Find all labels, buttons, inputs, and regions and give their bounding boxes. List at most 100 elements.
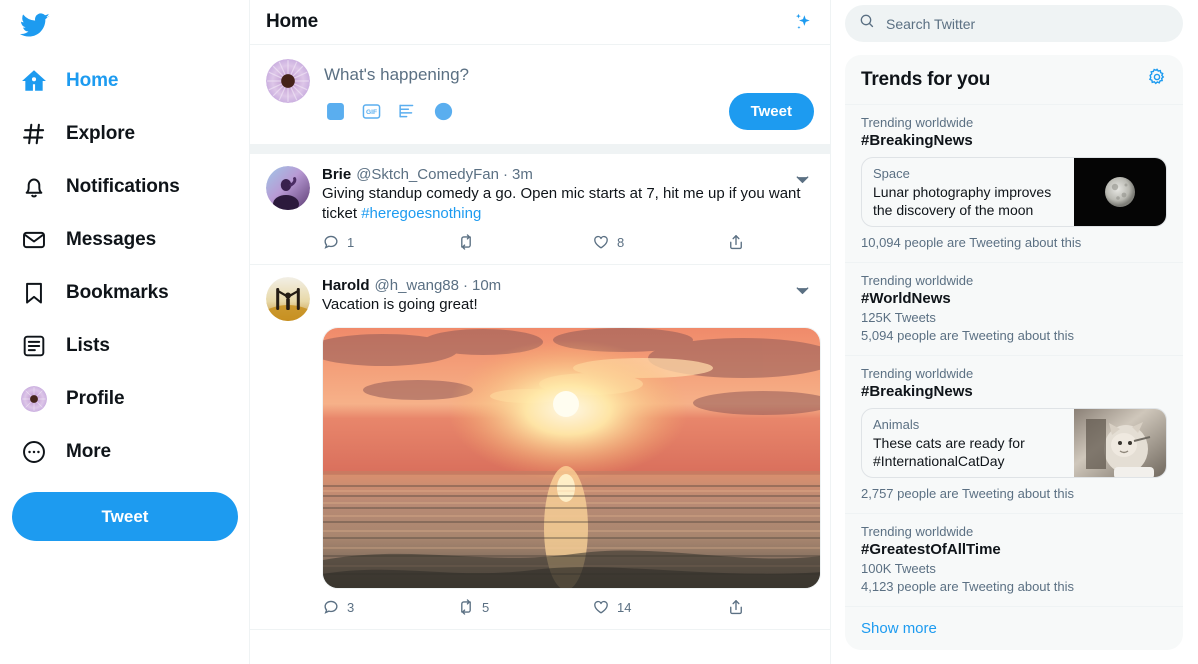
trend-people-count: 5,094 people are Tweeting about this bbox=[861, 328, 1074, 343]
trend-hashtag: #BreakingNews bbox=[861, 383, 973, 400]
avatar[interactable] bbox=[266, 59, 310, 103]
like-count: 14 bbox=[617, 599, 632, 615]
tweet-header: Brie @Sktch_ComedyFan · 3m bbox=[322, 166, 814, 183]
trend-item[interactable]: Trending worldwide #BreakingNews Animals… bbox=[845, 355, 1183, 513]
heart-icon bbox=[594, 600, 608, 614]
trend-category: Trending worldwide bbox=[861, 524, 974, 539]
tweet-author-name[interactable]: Harold bbox=[322, 277, 370, 294]
bookmark-icon bbox=[20, 279, 48, 307]
twitter-logo-link[interactable] bbox=[12, 0, 237, 54]
trend-item[interactable]: Trending worldwide #WorldNews 125K Tweet… bbox=[845, 262, 1183, 355]
trend-people-count: 4,123 people are Tweeting about this bbox=[861, 579, 1074, 594]
image-icon[interactable] bbox=[322, 99, 348, 125]
sidebar-item-label: Notifications bbox=[66, 175, 180, 197]
avatar[interactable] bbox=[266, 166, 310, 210]
gif-icon[interactable]: GIF bbox=[358, 99, 384, 125]
cat-photo bbox=[1074, 409, 1166, 477]
sidebar-item-notifications[interactable]: Notifications bbox=[12, 160, 237, 213]
chevron-down-icon[interactable] bbox=[793, 281, 812, 305]
timeline-header: Home bbox=[250, 0, 830, 45]
sidebar-item-lists[interactable]: Lists bbox=[12, 319, 237, 372]
more-circle-icon bbox=[20, 438, 48, 466]
search-icon bbox=[859, 13, 875, 34]
twitter-bird-logo bbox=[19, 10, 50, 45]
trends-panel: Trends for you Trending worldwide #Break… bbox=[845, 55, 1183, 650]
svg-text:GIF: GIF bbox=[365, 109, 376, 116]
reply-icon bbox=[324, 235, 338, 249]
tweet-body: Harold @h_wang88 · 10m Vacation is going… bbox=[310, 277, 821, 627]
home-icon bbox=[20, 67, 48, 95]
profile-avatar-icon bbox=[20, 385, 48, 413]
retweet-button[interactable]: 5 bbox=[457, 598, 592, 616]
sidebar-item-bookmarks[interactable]: Bookmarks bbox=[12, 266, 237, 319]
trend-card-category: Space bbox=[873, 166, 910, 181]
emoji-icon[interactable] bbox=[430, 99, 456, 125]
share-button[interactable] bbox=[727, 233, 752, 251]
like-count: 8 bbox=[617, 234, 625, 250]
compose-tweet-button[interactable]: Tweet bbox=[728, 93, 814, 130]
tweet-hashtag-link[interactable]: #heregoesnothing bbox=[361, 205, 481, 222]
share-icon bbox=[730, 600, 742, 615]
share-icon bbox=[730, 235, 742, 250]
sidebar-item-profile[interactable]: Profile bbox=[12, 372, 237, 425]
tweet-author-name[interactable]: Brie bbox=[322, 166, 351, 183]
moon-photo bbox=[1074, 158, 1166, 226]
compose-right: What's happening? GIF Tweet bbox=[310, 55, 814, 140]
tweet-media-image[interactable] bbox=[322, 327, 821, 589]
left-sidebar: Home Explore Notifications Messages Book… bbox=[0, 0, 250, 664]
tweet-item[interactable]: Brie @Sktch_ComedyFan · 3m Giving standu… bbox=[250, 154, 830, 265]
reply-button[interactable]: 1 bbox=[322, 233, 457, 251]
trend-people-count: 2,757 people are Tweeting about this bbox=[861, 486, 1074, 501]
sidebar-item-label: Profile bbox=[66, 387, 125, 409]
trend-hashtag: #BreakingNews bbox=[861, 132, 973, 149]
retweet-button[interactable] bbox=[457, 233, 592, 251]
tweet-text: Vacation is going great! bbox=[322, 295, 814, 315]
tweet-author-handle[interactable]: @h_wang88 bbox=[375, 277, 459, 294]
gear-icon[interactable] bbox=[1147, 67, 1167, 92]
sidebar-item-label: Home bbox=[66, 69, 119, 91]
tweet-separator: · bbox=[502, 166, 508, 183]
sparkle-icon[interactable] bbox=[792, 11, 814, 33]
like-button[interactable]: 8 bbox=[592, 233, 727, 251]
trend-tweet-count: 125K Tweets bbox=[861, 310, 936, 325]
sidebar-item-home[interactable]: Home bbox=[12, 54, 237, 107]
tweet-compose-input[interactable]: What's happening? bbox=[322, 55, 814, 89]
show-more-link[interactable]: Show more bbox=[845, 606, 1183, 650]
sidebar-tweet-button[interactable]: Tweet bbox=[12, 492, 238, 541]
trend-item[interactable]: Trending worldwide #GreatestOfAllTime 10… bbox=[845, 513, 1183, 606]
avatar[interactable] bbox=[266, 277, 310, 321]
trend-category: Trending worldwide bbox=[861, 273, 974, 288]
search-input[interactable] bbox=[886, 15, 1169, 32]
tweet-item[interactable]: Harold @h_wang88 · 10m Vacation is going… bbox=[250, 265, 830, 630]
tweet-header: Harold @h_wang88 · 10m bbox=[322, 277, 814, 294]
sidebar-item-explore[interactable]: Explore bbox=[12, 107, 237, 160]
trend-article-card[interactable]: Animals These cats are ready for #Intern… bbox=[861, 408, 1167, 478]
tweet-body: Brie @Sktch_ComedyFan · 3m Giving standu… bbox=[310, 166, 814, 262]
main-timeline-column: Home What's happening? GIF Tweet Brie @S… bbox=[250, 0, 831, 664]
compose-icon-group: GIF bbox=[322, 99, 456, 125]
trend-article-card[interactable]: Space Lunar photography improves the dis… bbox=[861, 157, 1167, 227]
reply-button[interactable]: 3 bbox=[322, 598, 457, 616]
share-button[interactable] bbox=[727, 598, 752, 616]
hashtag-icon bbox=[20, 120, 48, 148]
sidebar-item-messages[interactable]: Messages bbox=[12, 213, 237, 266]
trend-tweet-count: 100K Tweets bbox=[861, 561, 936, 576]
trend-card-title: Lunar photography improves the discovery… bbox=[873, 184, 1052, 218]
retweet-icon bbox=[461, 599, 471, 615]
bell-icon bbox=[20, 173, 48, 201]
compose-tweet-box: What's happening? GIF Tweet bbox=[250, 45, 830, 154]
trend-item[interactable]: Trending worldwide #BreakingNews Space L… bbox=[845, 104, 1183, 262]
list-icon bbox=[20, 332, 48, 360]
trend-people-count: 10,094 people are Tweeting about this bbox=[861, 235, 1082, 250]
retweet-icon bbox=[461, 234, 471, 250]
search-bar[interactable] bbox=[845, 5, 1183, 42]
trend-hashtag: #GreatestOfAllTime bbox=[861, 541, 1001, 558]
tweet-timestamp[interactable]: 3m bbox=[512, 166, 533, 183]
poll-icon[interactable] bbox=[394, 99, 420, 125]
tweet-timestamp[interactable]: 10m bbox=[472, 277, 501, 294]
tweet-author-handle[interactable]: @Sktch_ComedyFan bbox=[356, 166, 499, 183]
like-button[interactable]: 14 bbox=[592, 598, 727, 616]
sidebar-item-more[interactable]: More bbox=[12, 425, 237, 478]
chevron-down-icon[interactable] bbox=[793, 170, 812, 194]
trends-title: Trends for you bbox=[861, 68, 991, 90]
